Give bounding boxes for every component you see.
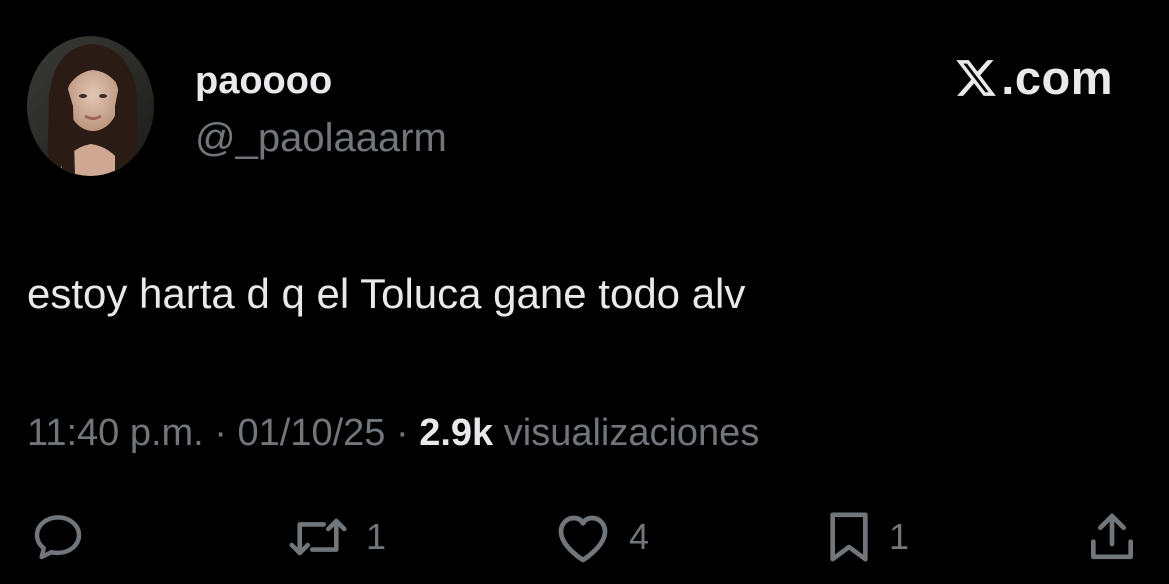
reply-button[interactable] [30,507,86,567]
meta-separator: · [385,412,420,454]
display-name[interactable]: paoooo [195,58,332,104]
views-count: 2.9k [419,412,494,454]
like-count: 4 [629,516,650,557]
tweet-meta: 11:40 p.m. · 01/10/25 · 2.9k visualizaci… [27,409,759,457]
meta-separator: · [203,412,238,454]
repost-icon [289,518,347,556]
avatar[interactable] [27,36,154,176]
tweet-time[interactable]: 11:40 p.m. [27,412,204,454]
heart-icon [558,515,608,563]
bookmark-count: 1 [889,516,910,557]
share-icon [1091,513,1133,560]
x-logo-icon [956,60,997,96]
tweet-date[interactable]: 01/10/25 [238,412,386,454]
share-button[interactable] [1084,507,1140,567]
brand-label: .com [1001,51,1113,104]
views-label: visualizaciones [493,412,760,454]
profile-photo [27,36,154,176]
action-bar: 1 4 1 [0,507,1169,567]
like-button[interactable]: 4 [553,507,649,567]
bookmark-button[interactable]: 1 [825,507,909,567]
repost-button[interactable]: 1 [286,507,386,567]
reply-icon [34,515,82,560]
tweet-text: estoy harta d q el Toluca gane todo alv [27,270,746,317]
bookmark-icon [830,512,868,562]
repost-count: 1 [366,516,387,557]
user-handle[interactable]: @_paolaaarm [195,114,447,162]
brand-watermark: .com [953,50,1113,106]
